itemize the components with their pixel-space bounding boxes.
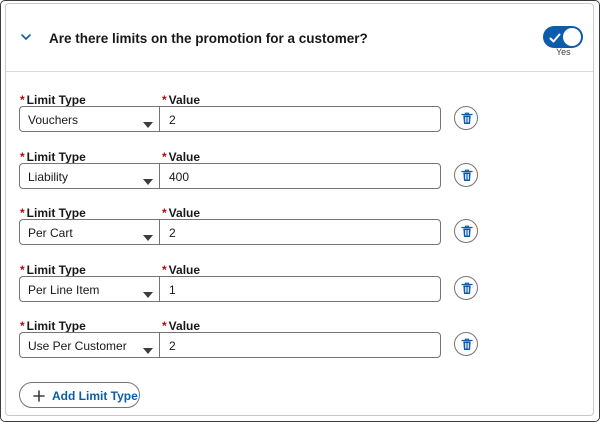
limit-value-text: 2 — [169, 339, 176, 353]
limit-type-label-text: Limit Type — [26, 206, 86, 220]
limit-type-label-text: Limit Type — [26, 149, 86, 164]
add-limit-type-button[interactable]: Add Limit Type — [19, 382, 140, 408]
add-limit-type-label: Add Limit Type — [52, 389, 138, 403]
required-marker: * — [162, 262, 167, 277]
delete-limit-button[interactable] — [454, 275, 478, 300]
limit-type-label-text: Limit Type — [26, 93, 86, 107]
limit-value-text: 2 — [169, 113, 176, 127]
limit-type-value: Per Cart — [28, 226, 73, 240]
limit-type-label-text: Limit Type — [26, 319, 86, 333]
chevron-down-icon[interactable] — [20, 31, 32, 43]
limit-type-label: * Limit Type — [20, 263, 86, 277]
trash-icon — [461, 112, 473, 124]
caret-down-icon — [143, 229, 153, 247]
required-marker: * — [20, 262, 25, 277]
required-marker: * — [20, 206, 25, 220]
limit-type-select[interactable]: Per Cart — [19, 219, 159, 245]
limit-type-select[interactable]: Liability — [19, 162, 159, 191]
limit-type-value: Use Per Customer — [28, 339, 127, 353]
plus-icon — [33, 389, 45, 407]
limit-row: * Limit Type * Value Per Cart 2 — [6, 206, 593, 256]
limit-row: * Limit Type * Value Per Line Item 1 — [6, 263, 593, 313]
limit-row: * Limit Type * Value Liability 400 — [6, 150, 593, 200]
limit-type-label: * Limit Type — [20, 319, 86, 333]
limit-value-input[interactable]: 2 — [159, 106, 441, 132]
limits-section: Are there limits on the promotion for a … — [5, 3, 594, 416]
trash-icon — [461, 169, 473, 181]
limit-type-value: Liability — [28, 169, 69, 184]
limit-type-label: * Limit Type — [20, 150, 86, 164]
limit-type-value: Per Line Item — [28, 282, 100, 297]
required-marker: * — [162, 149, 167, 164]
delete-limit-button[interactable] — [454, 106, 478, 130]
limit-type-select[interactable]: Use Per Customer — [19, 332, 159, 358]
trash-icon — [461, 282, 473, 294]
caret-down-icon — [143, 286, 153, 304]
value-label: * Value — [162, 263, 200, 277]
trash-icon — [461, 225, 473, 237]
limit-type-select[interactable]: Per Line Item — [19, 275, 159, 304]
caret-down-icon — [143, 342, 153, 360]
required-marker: * — [20, 93, 25, 107]
caret-down-icon — [143, 116, 153, 134]
limit-value-text: 2 — [169, 226, 176, 240]
value-label-text: Value — [168, 93, 201, 107]
limit-type-value: Vouchers — [28, 113, 79, 127]
required-marker: * — [20, 319, 25, 333]
limit-value-text: 1 — [169, 282, 176, 297]
window-frame: Are there limits on the promotion for a … — [0, 0, 600, 422]
limits-toggle[interactable] — [543, 26, 583, 48]
delete-limit-button[interactable] — [454, 219, 478, 243]
value-label-text: Value — [168, 319, 201, 333]
value-label: * Value — [162, 319, 200, 333]
limit-row: * Limit Type * Value Vouchers 2 — [6, 93, 593, 143]
value-label-text: Value — [168, 262, 201, 277]
value-label: * Value — [162, 150, 200, 164]
required-marker: * — [162, 93, 167, 107]
limit-value-input[interactable]: 2 — [159, 332, 441, 358]
limit-type-label-text: Limit Type — [26, 262, 86, 277]
value-label-text: Value — [168, 149, 201, 164]
limit-type-label: * Limit Type — [20, 93, 86, 107]
section-question: Are there limits on the promotion for a … — [49, 31, 368, 46]
toggle-state-label: Yes — [556, 47, 571, 57]
limit-value-input[interactable]: 400 — [159, 162, 441, 189]
value-label: * Value — [162, 206, 200, 220]
required-marker: * — [20, 149, 25, 164]
limit-type-label: * Limit Type — [20, 206, 86, 220]
delete-limit-button[interactable] — [454, 332, 478, 356]
section-header[interactable]: Are there limits on the promotion for a … — [6, 4, 593, 72]
limit-row: * Limit Type * Value Use Per Customer 2 — [6, 319, 593, 369]
limit-value-text: 400 — [169, 169, 190, 184]
value-label-text: Value — [168, 206, 201, 220]
required-marker: * — [162, 206, 167, 220]
value-label: * Value — [162, 93, 200, 107]
trash-icon — [461, 338, 473, 350]
limit-value-input[interactable]: 2 — [159, 219, 441, 245]
caret-down-icon — [143, 173, 153, 191]
limit-type-select[interactable]: Vouchers — [19, 106, 159, 132]
limit-value-input[interactable]: 1 — [159, 275, 441, 302]
toggle-knob — [563, 28, 581, 46]
delete-limit-button[interactable] — [454, 162, 478, 187]
required-marker: * — [162, 319, 167, 333]
